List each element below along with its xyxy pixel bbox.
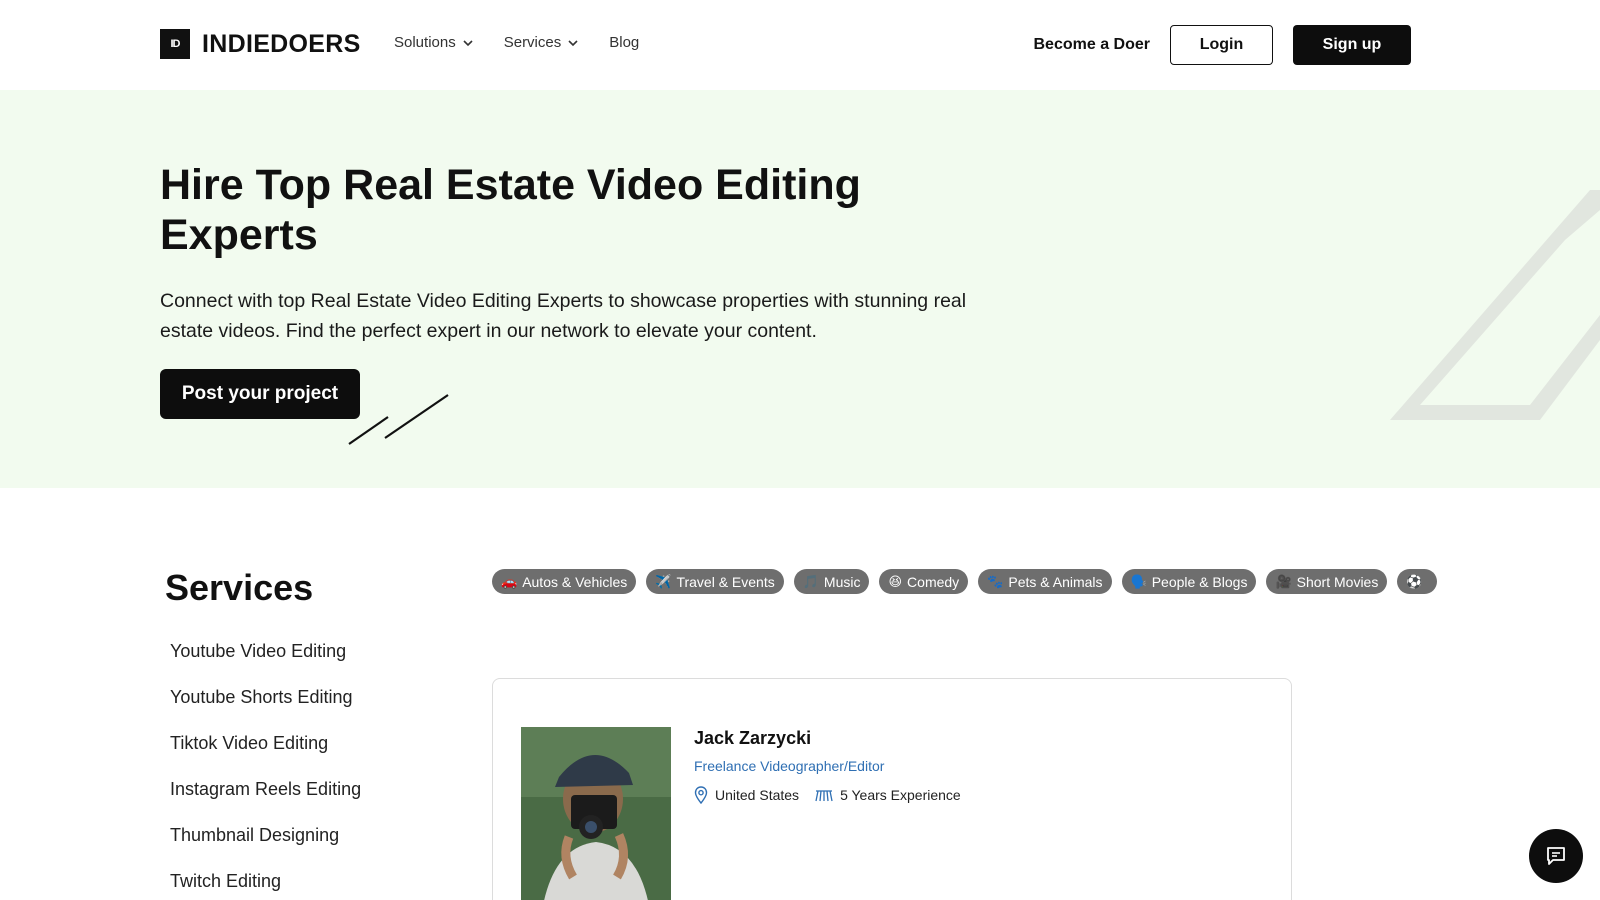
nav-services[interactable]: Services: [504, 34, 580, 51]
chip-autos-vehicles[interactable]: 🚗 Autos & Vehicles: [492, 569, 637, 594]
logo-mark: ID: [160, 29, 190, 59]
login-button[interactable]: Login: [1170, 25, 1273, 65]
services-list: Youtube Video Editing Youtube Shorts Edi…: [170, 640, 361, 900]
chip-label: Short Movies: [1296, 573, 1379, 590]
service-item[interactable]: Twitch Editing: [170, 870, 361, 900]
car-icon: 🚗: [501, 573, 518, 589]
chip-label: Autos & Vehicles: [522, 573, 628, 590]
hero-description: Connect with top Real Estate Video Editi…: [160, 290, 967, 342]
videographer-photo-icon: [521, 727, 671, 900]
location-text: United States: [715, 787, 800, 803]
chip-sports[interactable]: ⚽: [1397, 569, 1437, 594]
decorative-shape: [1390, 190, 1600, 420]
chip-label: People & Blogs: [1151, 573, 1248, 590]
post-project-button[interactable]: Post your project: [160, 369, 360, 419]
service-item[interactable]: Thumbnail Designing: [170, 824, 361, 870]
chat-icon: [1547, 847, 1565, 865]
nav-solutions-label: Solutions: [394, 34, 456, 51]
decorative-lines: [348, 394, 449, 445]
site-header: ID INDIEDOERS Solutions Services Blog Be…: [0, 0, 1600, 90]
chip-label: Comedy: [907, 573, 960, 590]
services-title: Services: [165, 567, 314, 608]
experience-icon: [815, 790, 833, 802]
music-note-icon: 🎵: [802, 573, 819, 589]
logo[interactable]: ID INDIEDOERS: [160, 29, 361, 59]
nav-blog[interactable]: Blog: [609, 34, 639, 51]
service-item[interactable]: Youtube Video Editing: [170, 640, 361, 686]
chip-label: Music: [823, 573, 861, 590]
nav-blog-label: Blog: [609, 34, 640, 51]
header-actions: Become a Doer Login Sign up: [1034, 25, 1411, 65]
main-nav: Solutions Services Blog: [394, 34, 669, 51]
hero-section: Hire Top Real Estate Video Editing Exper…: [0, 90, 1600, 488]
profile-card[interactable]: Jack Zarzycki Freelance Videographer/Edi…: [492, 678, 1292, 900]
profile-location: United States: [694, 786, 799, 804]
chip-people-blogs[interactable]: 🗣️ People & Blogs: [1121, 569, 1257, 594]
chip-comedy[interactable]: 😆 Comedy: [879, 569, 969, 594]
chevron-down-icon: [463, 39, 473, 46]
laughing-face-icon: 😆: [888, 573, 903, 589]
hero-title: Hire Top Real Estate Video Editing Exper…: [160, 161, 861, 259]
nav-services-label: Services: [503, 34, 562, 51]
chip-label: Travel & Events: [676, 573, 775, 590]
profile-meta: United States 5 Years Experience: [694, 786, 977, 804]
logo-text: INDIEDOERS: [202, 29, 361, 58]
chip-pets-animals[interactable]: 🐾 Pets & Animals: [978, 569, 1112, 594]
chip-short-movies[interactable]: 🎥 Short Movies: [1266, 569, 1388, 594]
experience-text: 5 Years Experience: [840, 787, 961, 803]
soccer-ball-icon: ⚽: [1406, 573, 1423, 589]
service-item[interactable]: Tiktok Video Editing: [170, 732, 361, 778]
service-item[interactable]: Youtube Shorts Editing: [170, 686, 361, 732]
speaking-head-icon: 🗣️: [1130, 573, 1147, 589]
chat-button[interactable]: [1529, 829, 1583, 883]
chip-label: Pets & Animals: [1008, 573, 1103, 590]
chevron-down-icon: [568, 39, 578, 46]
signup-button[interactable]: Sign up: [1293, 25, 1411, 65]
airplane-icon: ✈️: [655, 573, 672, 589]
map-pin-icon: [694, 786, 708, 804]
become-a-doer-link[interactable]: Become a Doer: [1034, 36, 1151, 54]
chip-travel-events[interactable]: ✈️ Travel & Events: [646, 569, 784, 594]
service-item[interactable]: Instagram Reels Editing: [170, 778, 361, 824]
chip-music[interactable]: 🎵 Music: [793, 569, 870, 594]
nav-solutions[interactable]: Solutions: [394, 34, 474, 51]
category-chips: 🚗 Autos & Vehicles ✈️ Travel & Events 🎵 Mus…: [492, 569, 1440, 595]
movie-camera-icon: 🎥: [1275, 573, 1292, 589]
profile-name[interactable]: Jack Zarzycki: [694, 728, 811, 749]
profile-experience: 5 Years Experience: [815, 787, 961, 803]
profile-photo: [521, 727, 671, 900]
paw-icon: 🐾: [987, 573, 1004, 589]
profile-role: Freelance Videographer/Editor: [694, 758, 885, 774]
